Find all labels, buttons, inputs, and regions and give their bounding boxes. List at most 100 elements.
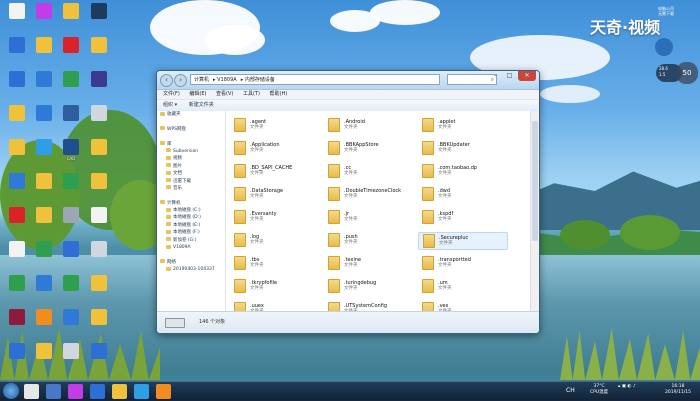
percent-widget[interactable]: 50 (676, 62, 698, 84)
desktop-icon[interactable] (2, 37, 32, 54)
nav-item[interactable]: 本地磁盘 (F:) (157, 229, 225, 236)
taskbar-app[interactable] (90, 384, 105, 399)
menu-tools[interactable]: 工具(T) (243, 91, 260, 97)
folder-item[interactable]: .BBKAppStore 文件夹 (324, 140, 414, 158)
folder-item[interactable]: .jr 文件夹 (324, 209, 414, 227)
nav-item[interactable]: 收藏夹 (157, 111, 225, 118)
organize-button[interactable]: 组织 ▾ (163, 102, 177, 108)
desktop-icon[interactable] (84, 309, 114, 326)
desktop-icon[interactable] (29, 105, 59, 122)
menu-edit[interactable]: 编辑(E) (189, 91, 206, 97)
desktop-icon[interactable] (29, 207, 59, 224)
desktop-icon[interactable] (29, 173, 59, 190)
folder-item[interactable]: .um 文件夹 (418, 278, 508, 296)
folder-item[interactable]: .log 文件夹 (230, 232, 320, 250)
desktop-icon[interactable] (56, 275, 86, 292)
nav-item[interactable]: 音乐 (157, 185, 225, 192)
desktop-icon[interactable] (29, 275, 59, 292)
window-titlebar[interactable]: ‹ › 计算机 ▸ V1809A ▸ 内部存储设备 ⌕ – □ ✕ (157, 71, 539, 90)
desktop-icon[interactable] (56, 71, 86, 88)
desktop-icon[interactable] (2, 275, 32, 292)
folder-item[interactable]: .DataStorage 文件夹 (230, 186, 320, 204)
menu-file[interactable]: 文件(F) (163, 91, 180, 97)
folder-item[interactable]: .applet 文件夹 (418, 117, 508, 135)
desktop-icon[interactable] (84, 275, 114, 292)
nav-item[interactable]: 网络 (157, 259, 225, 266)
nav-item[interactable]: 计算机 (157, 200, 225, 207)
taskbar-app[interactable] (24, 384, 39, 399)
nav-item[interactable]: 本地磁盘 (E:) (157, 222, 225, 229)
nav-item[interactable] (157, 118, 225, 125)
desktop-icon[interactable] (56, 173, 86, 190)
address-segment[interactable]: 内部存储设备 (245, 77, 275, 83)
folder-item[interactable]: .UTSystemConfig文件夹 (324, 301, 414, 311)
desktop-icon[interactable] (56, 309, 86, 326)
nav-item[interactable]: 视频 (157, 155, 225, 162)
folder-item[interactable]: .turingdebug 文件夹 (324, 278, 414, 296)
folder-item[interactable]: .transportted 文件夹 (418, 255, 508, 273)
desktop-icon[interactable] (29, 309, 59, 326)
vertical-scrollbar[interactable] (530, 111, 539, 311)
desktop-icon[interactable] (84, 105, 114, 122)
avatar[interactable] (655, 38, 673, 56)
folder-item[interactable]: .agent 文件夹 (230, 117, 320, 135)
address-bar[interactable]: 计算机 ▸ V1809A ▸ 内部存储设备 (190, 74, 440, 85)
desktop-icon[interactable] (2, 71, 32, 88)
new-folder-button[interactable]: 新建文件夹 (189, 102, 214, 108)
nav-item[interactable]: 库 (157, 141, 225, 148)
folder-item[interactable]: .Android 文件夹 (324, 117, 414, 135)
taskbar-app[interactable] (112, 384, 127, 399)
explorer-window[interactable]: ‹ › 计算机 ▸ V1809A ▸ 内部存储设备 ⌕ – □ ✕ 文件(F) 编辑… (156, 70, 540, 334)
desktop-icon[interactable] (84, 173, 114, 190)
nav-item[interactable]: WPS网盘 (157, 126, 225, 133)
folder-item[interactable]: .uuex文件夹 (230, 301, 320, 311)
folder-item[interactable]: .BD_SAPI_CACHE 文件夹 (230, 163, 320, 181)
desktop-icon[interactable] (2, 343, 32, 360)
desktop-icon[interactable] (84, 139, 114, 156)
start-button[interactable] (3, 383, 19, 399)
desktop-icon[interactable] (84, 71, 114, 88)
maximize-button[interactable]: □ (503, 71, 516, 81)
folder-item[interactable]: .texine 文件夹 (324, 255, 414, 273)
desktop-icon[interactable] (56, 343, 86, 360)
clock[interactable]: 16:18 2019/11/15 (660, 384, 696, 396)
nav-item[interactable]: 本地磁盘 (C:) (157, 207, 225, 214)
nav-item[interactable] (157, 133, 225, 140)
folder-item[interactable]: .Eversanty 文件夹 (230, 209, 320, 227)
desktop-icon[interactable] (84, 3, 114, 20)
desktop-icon[interactable] (56, 207, 86, 224)
taskbar-app[interactable] (46, 384, 61, 399)
folder-item[interactable]: .tbs 文件夹 (230, 255, 320, 273)
minimize-button[interactable]: – (489, 71, 502, 81)
taskbar-app[interactable] (68, 384, 83, 399)
nav-item[interactable] (157, 192, 225, 199)
nav-item[interactable]: 本地磁盘 (D:) (157, 214, 225, 221)
desktop-icon[interactable] (56, 3, 86, 20)
menu-help[interactable]: 帮助(H) (270, 91, 288, 97)
nav-item[interactable]: Subversion (157, 148, 225, 155)
folder-item[interactable]: .tkrypfofile 文件夹 (230, 278, 320, 296)
folder-item[interactable]: .com.taobao.dp 文件夹 (418, 163, 508, 181)
desktop-icon[interactable] (84, 37, 114, 54)
desktop-icon[interactable] (29, 37, 59, 54)
desktop-icon[interactable] (84, 241, 114, 258)
folder-item[interactable]: .BBKUpdater 文件夹 (418, 140, 508, 158)
desktop-icon[interactable] (56, 37, 86, 54)
address-segment[interactable]: V1809A (217, 77, 237, 83)
forward-button[interactable]: › (174, 74, 187, 87)
nav-item[interactable] (157, 251, 225, 258)
close-button[interactable]: ✕ (518, 71, 536, 81)
desktop-icon[interactable] (2, 105, 32, 122)
nav-item[interactable]: V1809A (157, 244, 225, 251)
desktop-icon[interactable] (56, 105, 86, 122)
folder-item[interactable]: .cc 文件夹 (324, 163, 414, 181)
nav-item[interactable]: 图片 (157, 163, 225, 170)
desktop-icon[interactable] (56, 241, 86, 258)
folder-item[interactable]: .Application 文件夹 (230, 140, 320, 158)
folder-item[interactable]: .DoubleTimezoneClock 文件夹 (324, 186, 414, 204)
nav-item[interactable]: 迅雷下载 (157, 178, 225, 185)
nav-item[interactable]: 文档 (157, 170, 225, 177)
folder-item[interactable]: .dwd 文件夹 (418, 186, 508, 204)
language-indicator[interactable]: CH (566, 385, 575, 397)
nav-item[interactable]: 20190403-104337 (157, 266, 225, 273)
